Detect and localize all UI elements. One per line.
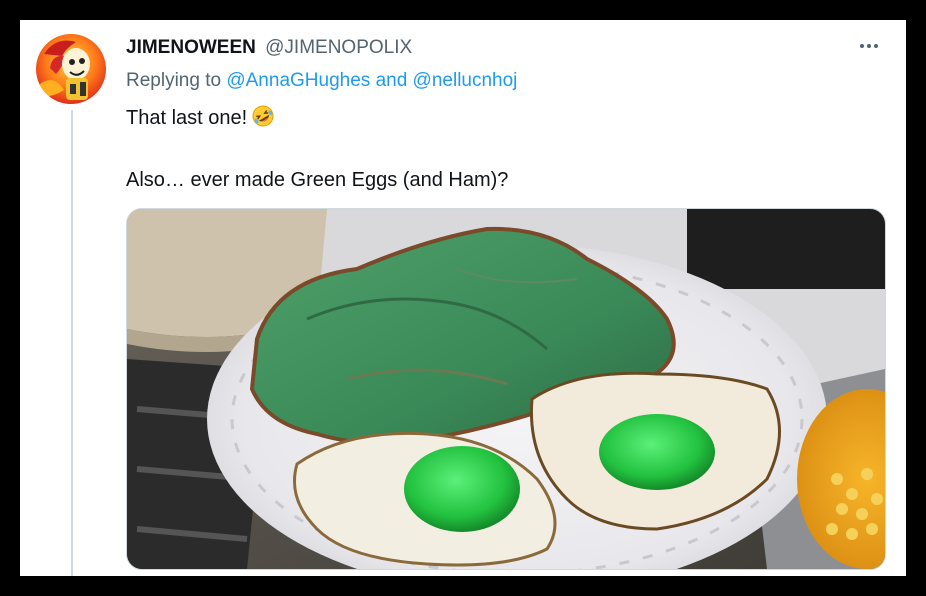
user-handle[interactable]: @JIMENOPOLIX <box>265 37 412 58</box>
tweet-line: Also… ever made Green Eggs (and Ham)? <box>126 169 509 191</box>
mention-link[interactable]: @AnnaGHughes <box>226 70 370 91</box>
tweet-line-text: That last one! <box>126 107 248 129</box>
dot-icon <box>874 44 878 48</box>
rolling-on-floor-laughing-icon <box>251 104 275 136</box>
thread-line <box>71 110 73 576</box>
tweet-line: That last one! <box>126 104 508 136</box>
more-options-button[interactable] <box>854 34 884 58</box>
replying-to: Replying to @AnnaGHughes and @nellucnhoj <box>126 70 517 92</box>
dot-icon <box>867 44 871 48</box>
mention-link[interactable]: @nellucnhoj <box>413 70 518 91</box>
replying-prefix: Replying to <box>126 70 222 91</box>
avatar[interactable] <box>36 34 106 104</box>
tweet-header: JIMENOWEEN @JIMENOPOLIX <box>126 37 412 59</box>
display-name[interactable]: JIMENOWEEN <box>126 37 256 58</box>
tweet-card: JIMENOWEEN @JIMENOPOLIX Replying to @Ann… <box>20 20 906 576</box>
green-eggs-and-ham-photo <box>127 209 885 569</box>
tweet-text: That last one! Also… ever made Green Egg… <box>126 104 508 194</box>
mention-conjunction[interactable]: and <box>376 70 408 91</box>
dot-icon <box>860 44 864 48</box>
tweet-photo[interactable] <box>126 208 886 570</box>
